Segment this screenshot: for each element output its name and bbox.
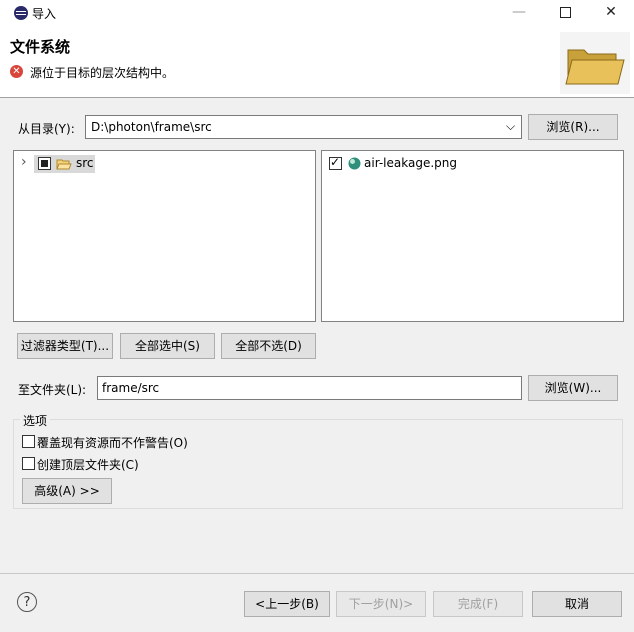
- into-folder-label: 至文件夹(L):: [18, 383, 87, 397]
- options-group-label: 选项: [20, 412, 51, 429]
- folder-banner-icon: [560, 32, 630, 94]
- select-all-button[interactable]: 全部选中(S): [120, 333, 215, 359]
- minimize-button[interactable]: —: [496, 0, 542, 26]
- filter-types-button[interactable]: 过滤器类型(T)...: [17, 333, 113, 359]
- page-title: 文件系统: [10, 38, 71, 56]
- tree-item-src[interactable]: src: [34, 155, 95, 173]
- file-list-panel[interactable]: air-leakage.png: [321, 150, 624, 322]
- help-icon[interactable]: ?: [17, 592, 37, 612]
- into-folder-input[interactable]: frame/src: [97, 376, 522, 400]
- open-folder-icon: [56, 159, 72, 170]
- minimize-icon: —: [512, 4, 526, 20]
- create-top-folder-checkbox[interactable]: [22, 457, 35, 470]
- cancel-button[interactable]: 取消: [532, 591, 622, 617]
- into-folder-value: frame/src: [102, 381, 160, 395]
- from-directory-value: D:\photon\frame\src: [91, 120, 212, 134]
- maximize-button[interactable]: [542, 0, 588, 26]
- eclipse-app-icon: [14, 6, 28, 20]
- close-button[interactable]: ✕: [588, 0, 634, 26]
- image-file-icon: [348, 157, 361, 170]
- browse-from-button[interactable]: 浏览(R)...: [528, 114, 618, 140]
- file-item-label[interactable]: air-leakage.png: [364, 156, 457, 170]
- overwrite-checkbox[interactable]: [22, 435, 35, 448]
- back-button[interactable]: <上一步(B): [244, 591, 330, 617]
- tree-item-checkbox[interactable]: [38, 157, 51, 170]
- error-icon: ✕: [10, 65, 23, 78]
- deselect-all-button[interactable]: 全部不选(D): [221, 333, 316, 359]
- wizard-header: 文件系统 ✕ 源位于目标的层次结构中。: [0, 26, 634, 98]
- browse-into-button[interactable]: 浏览(W)...: [528, 375, 618, 401]
- from-directory-combo[interactable]: D:\photon\frame\src ⌵: [85, 115, 522, 139]
- chevron-down-icon[interactable]: ⌵: [506, 119, 515, 134]
- file-checkbox[interactable]: [329, 155, 342, 170]
- finish-button[interactable]: 完成(F): [433, 591, 523, 617]
- overwrite-label[interactable]: 覆盖现有资源而不作警告(O): [37, 434, 188, 451]
- window-title: 导入: [32, 7, 57, 21]
- create-top-folder-label[interactable]: 创建顶层文件夹(C): [37, 456, 139, 473]
- maximize-icon: [559, 6, 571, 18]
- tree-item-label: src: [76, 156, 94, 170]
- from-directory-label: 从目录(Y):: [18, 122, 75, 136]
- advanced-button[interactable]: 高级(A) >>: [22, 478, 112, 504]
- next-button[interactable]: 下一步(N)>: [336, 591, 426, 617]
- error-message: 源位于目标的层次结构中。: [30, 66, 175, 80]
- close-icon: ✕: [605, 4, 617, 20]
- title-bar: 导入 — ✕: [0, 0, 634, 26]
- footer-separator: [0, 573, 634, 574]
- chevron-right-icon[interactable]: ›: [21, 154, 27, 170]
- folder-tree-panel[interactable]: › src: [13, 150, 316, 322]
